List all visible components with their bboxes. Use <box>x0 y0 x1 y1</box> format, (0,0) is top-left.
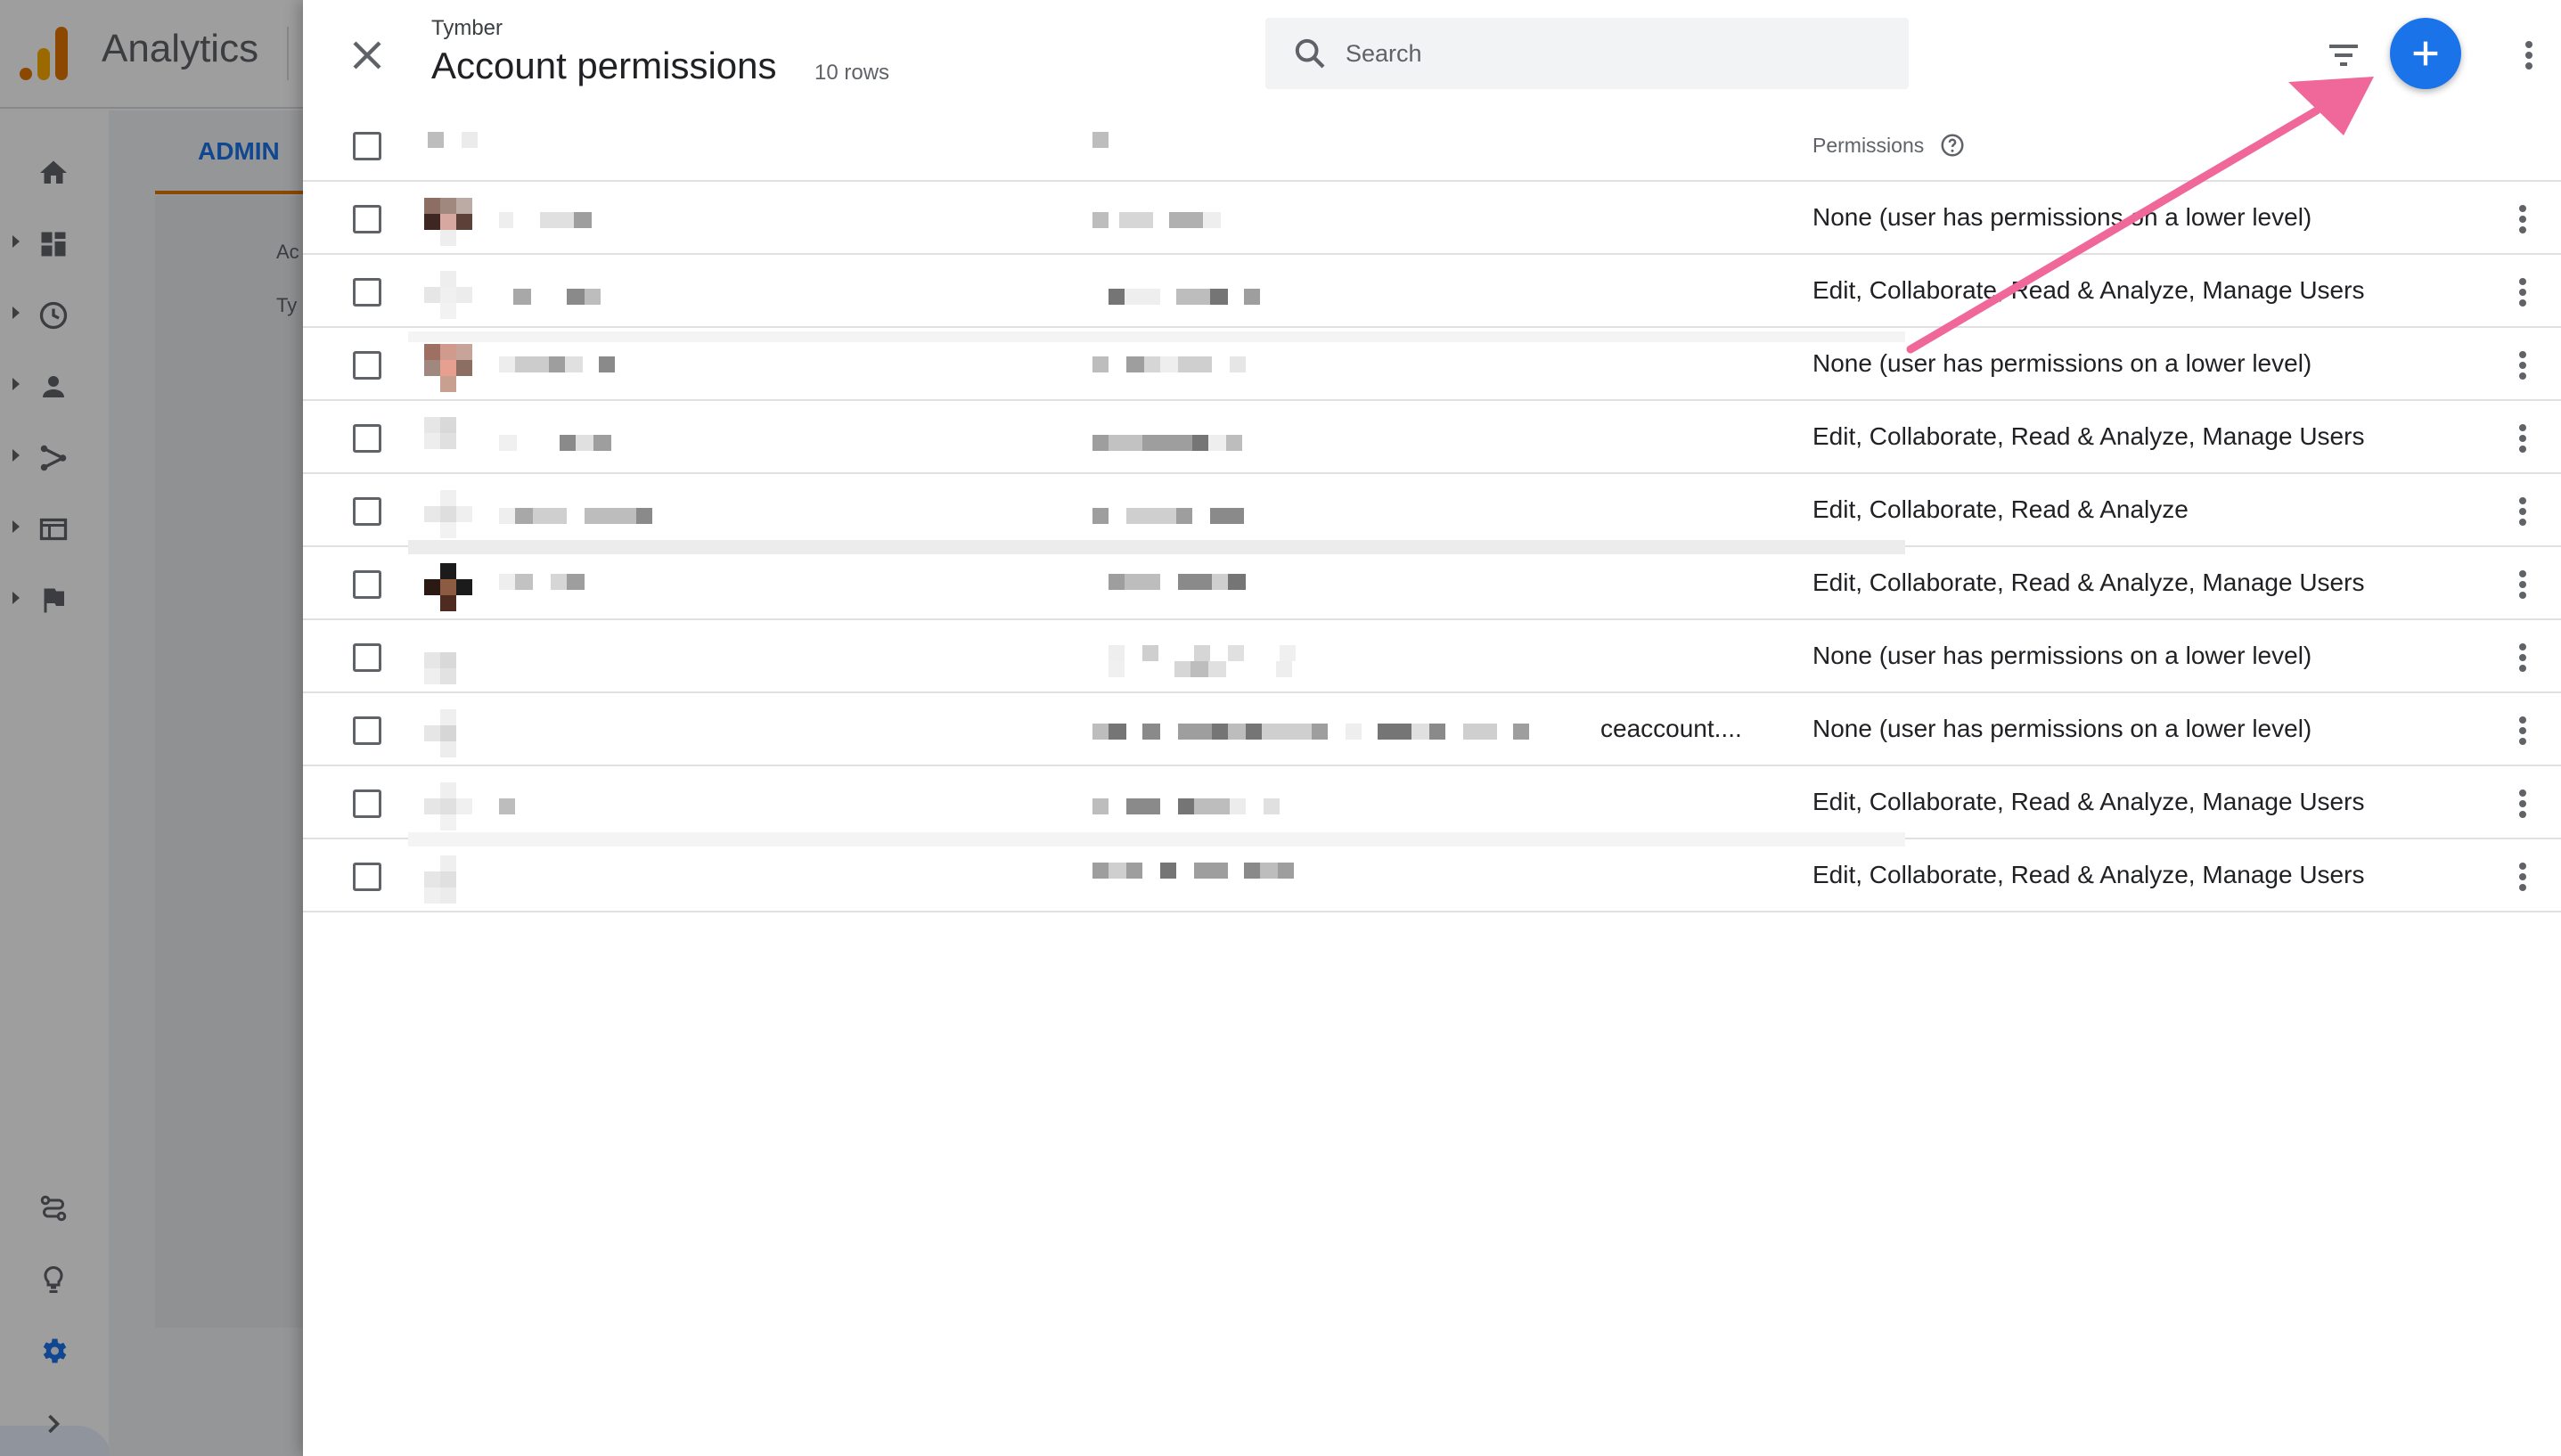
row-more-button[interactable] <box>2509 786 2536 822</box>
search-icon <box>1295 38 1325 69</box>
redacted-name <box>513 289 601 305</box>
redacted-email <box>1092 212 1221 228</box>
permissions-cell: Edit, Collaborate, Read & Analyze, Manag… <box>1812 788 2365 815</box>
row-more-button[interactable] <box>2509 640 2536 675</box>
row-checkbox[interactable] <box>353 716 381 745</box>
redacted-email <box>1092 798 1280 814</box>
table-row[interactable]: Edit, Collaborate, Read & Analyze, Manag… <box>303 839 2561 912</box>
account-permissions-drawer: Tymber Account permissions 10 rows Permi… <box>303 0 2561 1456</box>
row-checkbox[interactable] <box>353 570 381 599</box>
more-options-button[interactable] <box>2511 36 2547 75</box>
close-icon <box>353 41 381 70</box>
row-checkbox[interactable] <box>353 863 381 891</box>
row-more-button[interactable] <box>2509 421 2536 456</box>
redacted-name <box>499 356 615 372</box>
redacted-email <box>1109 661 1292 677</box>
row-checkbox[interactable] <box>353 205 381 233</box>
row-more-button[interactable] <box>2509 859 2536 895</box>
row-checkbox[interactable] <box>353 497 381 526</box>
redacted-email <box>1092 356 1246 372</box>
help-icon[interactable] <box>1939 132 1966 159</box>
redacted-header <box>428 132 478 148</box>
row-checkbox[interactable] <box>353 643 381 672</box>
row-count: 10 rows <box>814 61 890 85</box>
permissions-cell: None (user has permissions on a lower le… <box>1812 349 2312 377</box>
permissions-cell: Edit, Collaborate, Read & Analyze, Manag… <box>1812 568 2365 596</box>
permissions-table: Permissions None (user has permissions o… <box>303 109 2561 912</box>
table-header: Permissions <box>303 109 2561 182</box>
permissions-cell: Edit, Collaborate, Read & Analyze, Manag… <box>1812 422 2365 450</box>
permissions-cell: Edit, Collaborate, Read & Analyze, Manag… <box>1812 861 2365 888</box>
avatar <box>424 563 474 613</box>
avatar <box>424 198 474 248</box>
table-row[interactable]: None (user has permissions on a lower le… <box>303 328 2561 401</box>
row-more-button[interactable] <box>2509 713 2536 748</box>
redacted-name <box>499 798 515 814</box>
row-checkbox[interactable] <box>353 789 381 818</box>
avatar <box>424 782 474 832</box>
add-icon <box>2413 41 2438 66</box>
row-more-button[interactable] <box>2509 494 2536 529</box>
table-row[interactable]: ceaccount.... None (user has permissions… <box>303 693 2561 766</box>
row-more-button[interactable] <box>2509 201 2536 237</box>
row-checkbox[interactable] <box>353 424 381 453</box>
account-name: Tymber <box>431 16 503 40</box>
permissions-cell: Edit, Collaborate, Read & Analyze, Manag… <box>1812 276 2365 304</box>
table-row[interactable]: Edit, Collaborate, Read & Analyze, Manag… <box>303 255 2561 328</box>
row-checkbox[interactable] <box>353 278 381 307</box>
redacted-header <box>1092 132 1109 148</box>
avatar <box>424 490 474 540</box>
redacted-email <box>1109 574 1246 590</box>
avatar <box>424 417 474 467</box>
search-box[interactable] <box>1265 18 1909 89</box>
table-row[interactable]: Edit, Collaborate, Read & Analyze <box>303 474 2561 547</box>
filter-button[interactable] <box>2322 34 2365 77</box>
permissions-cell: Edit, Collaborate, Read & Analyze <box>1812 495 2189 523</box>
table-row[interactable]: None (user has permissions on a lower le… <box>303 620 2561 693</box>
permissions-cell: None (user has permissions on a lower le… <box>1812 715 2312 742</box>
redacted-email <box>1092 435 1242 451</box>
more-vert-icon <box>2525 41 2532 70</box>
redacted-email <box>1092 508 1244 524</box>
add-user-button[interactable] <box>2390 18 2461 89</box>
table-row[interactable]: None (user has permissions on a lower le… <box>303 182 2561 255</box>
avatar <box>424 271 474 321</box>
redacted-name <box>499 508 652 524</box>
redacted-email <box>1092 724 1529 740</box>
email-cell-fragment: ceaccount.... <box>1600 715 1742 742</box>
redacted-name <box>499 435 611 451</box>
row-more-button[interactable] <box>2509 348 2536 383</box>
redacted-name <box>499 574 585 590</box>
redacted-name <box>499 212 592 228</box>
select-all-checkbox[interactable] <box>353 132 381 160</box>
filter-icon <box>2329 45 2358 66</box>
avatar <box>424 709 474 759</box>
avatar <box>424 855 474 905</box>
redacted-email <box>1092 863 1294 879</box>
page-title: Account permissions <box>431 45 777 86</box>
search-input[interactable] <box>1346 18 1898 89</box>
close-button[interactable] <box>346 34 389 77</box>
row-more-button[interactable] <box>2509 274 2536 310</box>
permissions-cell: None (user has permissions on a lower le… <box>1812 642 2312 669</box>
table-row[interactable]: Edit, Collaborate, Read & Analyze, Manag… <box>303 401 2561 474</box>
avatar <box>424 636 474 686</box>
table-row[interactable]: Edit, Collaborate, Read & Analyze, Manag… <box>303 547 2561 620</box>
table-row[interactable]: Edit, Collaborate, Read & Analyze, Manag… <box>303 766 2561 839</box>
redacted-email <box>1109 645 1296 661</box>
permissions-cell: None (user has permissions on a lower le… <box>1812 203 2312 231</box>
permissions-column-header[interactable]: Permissions <box>1812 134 1924 158</box>
avatar <box>424 344 474 394</box>
row-more-button[interactable] <box>2509 567 2536 602</box>
row-checkbox[interactable] <box>353 351 381 380</box>
redacted-email <box>1109 289 1260 305</box>
